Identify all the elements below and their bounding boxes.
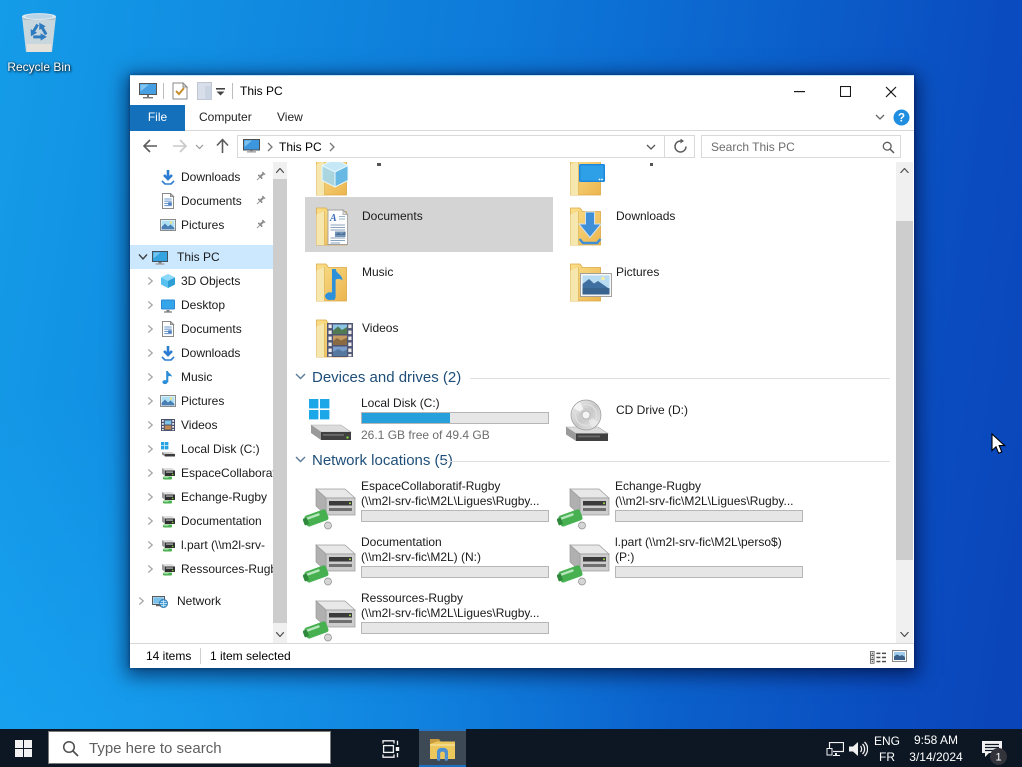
- svg-text:A: A: [329, 213, 337, 224]
- svg-text:?: ?: [898, 113, 905, 125]
- svg-text:1: 1: [995, 752, 1001, 764]
